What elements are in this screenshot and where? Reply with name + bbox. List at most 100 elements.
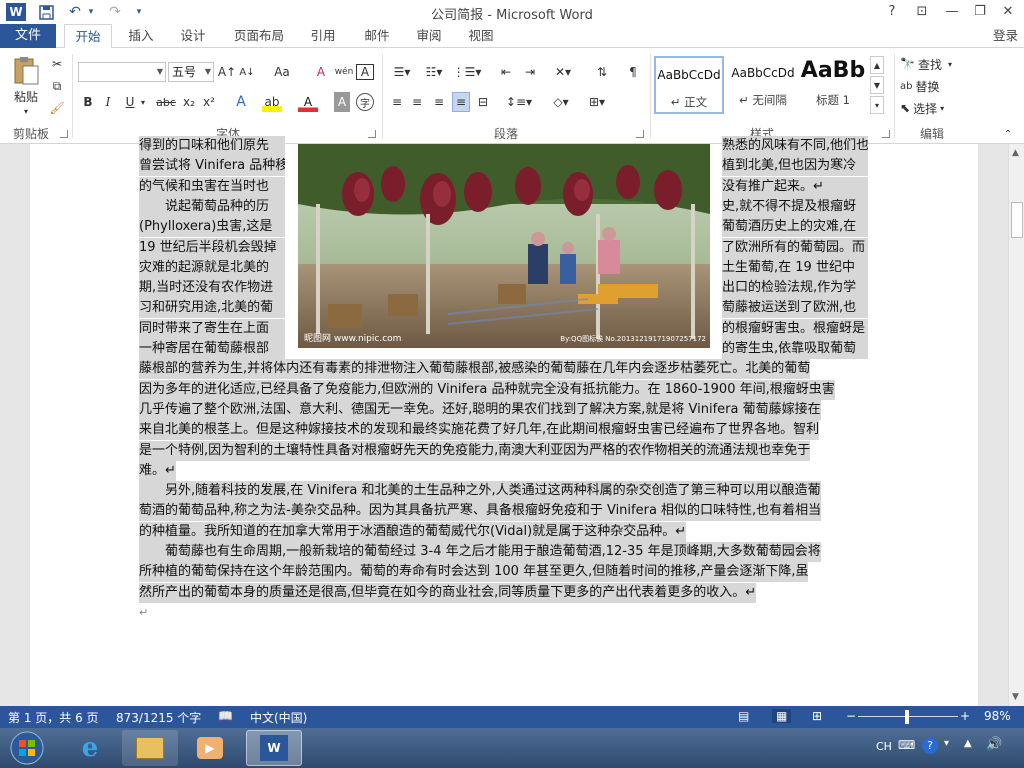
paste-dropdown-icon[interactable]: ▾ <box>20 106 32 116</box>
text-effects-icon[interactable]: A <box>232 92 250 112</box>
proofing-icon[interactable]: 📖 <box>218 709 233 723</box>
line-spacing-icon[interactable]: ↕≡▾ <box>504 92 534 112</box>
borders-icon[interactable]: ⊞▾ <box>582 92 612 112</box>
sort-icon[interactable]: ⇅ <box>592 62 612 82</box>
document-line[interactable]: 因为多年的进化适应,已经具备了免疫能力,但欧洲的 Vinifera 品种就完全没… <box>139 379 835 400</box>
web-layout-icon[interactable]: ⊞ <box>812 709 822 723</box>
italic-button[interactable]: I <box>100 92 116 112</box>
change-case-icon[interactable]: Aa <box>268 62 296 82</box>
scrollbar-thumb[interactable] <box>1011 202 1023 238</box>
tab-mailings[interactable]: 邮件 <box>356 24 398 48</box>
font-color-icon[interactable]: A <box>298 92 318 112</box>
document-line[interactable]: 是一个特例,因为智利的土壤特性具备对根瘤蚜先天的免疫能力,南澳大利亚因为严格的农… <box>139 440 811 461</box>
tab-review[interactable]: 审阅 <box>408 24 450 48</box>
scroll-up-icon[interactable]: ▲ <box>1012 148 1019 158</box>
minimize-button[interactable]: — <box>940 2 964 22</box>
subscript-button[interactable]: x₂ <box>180 92 198 112</box>
document-line[interactable]: 另外,随着科技的发展,在 Vinifera 和北美的土生品种之外,人类通过这两种… <box>139 481 821 502</box>
document-line[interactable]: 藤根部的营养为生,并将体内还有毒素的排泄物注入葡萄藤根部,被感染的葡萄藤在几年内… <box>139 359 811 380</box>
tab-references[interactable]: 引用 <box>302 24 344 48</box>
strikethrough-button[interactable]: abc <box>154 92 178 112</box>
document-line[interactable]: 来自北美的根茎上。但是这种嫁接技术的发现和最终实施花费了好几年,在此期间根瘤蚜虫… <box>139 420 820 441</box>
word-taskbar-icon[interactable]: W <box>246 730 302 766</box>
align-right-icon[interactable]: ≡ <box>430 92 448 112</box>
ime-menu-icon[interactable]: ▾ <box>944 738 949 749</box>
shrink-font-icon[interactable]: A↓ <box>238 62 256 82</box>
document-line[interactable]: 所种植的葡萄保持在这个年龄范围内。葡萄的寿命有时会达到 100 年甚至更久,但随… <box>139 562 809 583</box>
tab-page-layout[interactable]: 页面布局 <box>226 24 292 48</box>
font-name-combo[interactable]: ▼ <box>78 62 166 82</box>
style-no-spacing[interactable]: AaBbCcDd ↵ 无间隔 <box>728 56 798 114</box>
vertical-scrollbar[interactable]: ▲ ▼ <box>1008 144 1024 706</box>
clear-format-icon[interactable]: A <box>312 62 330 82</box>
document-line[interactable]: 几乎传遍了整个欧洲,法国、意大利、德国无一幸免。还好,聪明的果农们找到了解决方案… <box>139 399 821 420</box>
underline-button[interactable]: U <box>122 92 138 112</box>
zoom-slider-thumb[interactable] <box>904 710 909 724</box>
save-icon[interactable] <box>36 3 56 21</box>
tab-view[interactable]: 视图 <box>460 24 502 48</box>
tab-insert[interactable]: 插入 <box>120 24 162 48</box>
tab-design[interactable]: 设计 <box>172 24 214 48</box>
word-app-icon[interactable]: W <box>6 3 26 21</box>
styles-launcher-icon[interactable] <box>882 130 890 138</box>
enclose-char-icon[interactable]: 字 <box>356 93 374 111</box>
ime-indicator[interactable]: CH <box>876 740 892 753</box>
tray-expand-icon[interactable]: ▲ <box>964 738 972 749</box>
volume-icon[interactable]: 🔊 <box>986 737 1002 752</box>
format-painter-icon[interactable]: 🖌 <box>46 98 68 118</box>
paragraph-shading-icon[interactable]: ◇▾ <box>546 92 576 112</box>
underline-dropdown-icon[interactable]: ▾ <box>138 92 148 112</box>
bold-button[interactable]: B <box>80 92 96 112</box>
cut-icon[interactable]: ✂ <box>46 54 68 74</box>
close-button[interactable]: ✕ <box>996 2 1020 22</box>
collapse-ribbon-icon[interactable]: ⌃ <box>1000 124 1016 144</box>
char-shading-icon[interactable]: A <box>334 92 350 112</box>
decrease-indent-icon[interactable]: ⇤ <box>496 62 516 82</box>
customize-qa-icon[interactable]: ▾ <box>132 3 146 21</box>
zoom-level[interactable]: 98% <box>984 709 1011 723</box>
find-button[interactable]: 🔭 查找 ▾ <box>900 54 964 74</box>
justify-icon[interactable]: ≡ <box>452 92 470 112</box>
align-left-icon[interactable]: ≡ <box>388 92 406 112</box>
asian-layout-icon[interactable]: ✕▾ <box>548 62 578 82</box>
ie-icon[interactable]: e <box>62 730 118 766</box>
paste-button-label[interactable]: 粘贴 <box>8 88 44 104</box>
style-heading-1[interactable]: AaBb 标题 1 <box>800 56 866 114</box>
style-normal[interactable]: AaBbCcDd ↵ 正文 <box>654 56 724 114</box>
char-border-icon[interactable]: A <box>356 64 374 80</box>
show-marks-icon[interactable]: ¶ <box>624 62 642 82</box>
styles-more-icon[interactable]: ▾ <box>870 96 884 114</box>
select-button[interactable]: ⬉ 选择 ▾ <box>900 98 964 118</box>
numbering-icon[interactable]: ☷▾ <box>420 62 448 82</box>
superscript-button[interactable]: x² <box>200 92 218 112</box>
ime-help-icon[interactable]: ? <box>922 738 938 754</box>
login-link[interactable]: 登录 <box>993 24 1018 48</box>
document-line[interactable]: 然所产出的葡萄本身的质量还是很高,但毕竟在如今的商业社会,同等质量下更多的产出代… <box>139 582 757 603</box>
styles-scroll-up-icon[interactable]: ▲ <box>870 56 884 74</box>
undo-dropdown-icon[interactable]: ▾ <box>86 3 96 21</box>
print-layout-icon[interactable]: ▦ <box>772 709 792 723</box>
multilevel-list-icon[interactable]: ⋮☰▾ <box>452 62 482 82</box>
document-line[interactable]: ↵ <box>139 603 868 623</box>
align-center-icon[interactable]: ≡ <box>408 92 426 112</box>
replace-button[interactable]: ab 替换 <box>900 76 964 96</box>
clipboard-launcher-icon[interactable] <box>60 130 68 138</box>
read-mode-icon[interactable]: ▤ <box>738 709 749 723</box>
vineyard-photo[interactable]: 昵图网 www.nipic.com By:QQ图标诶 No.2013121917… <box>298 144 710 348</box>
paste-icon[interactable] <box>8 54 44 86</box>
page-indicator[interactable]: 第 1 页，共 6 页 <box>8 709 99 726</box>
grow-font-icon[interactable]: A↑ <box>218 62 236 82</box>
explorer-icon[interactable] <box>122 730 178 766</box>
copy-icon[interactable]: ⧉ <box>46 76 68 96</box>
scroll-down-icon[interactable]: ▼ <box>1012 692 1019 702</box>
document-line[interactable]: 萄酒的葡萄品种,称之为法-美杂交品种。因为其具备抗严寒、具备根瘤蚜免疫和于 Vi… <box>139 501 822 522</box>
highlight-icon[interactable]: ab <box>262 92 282 112</box>
restore-button[interactable]: ❐ <box>968 2 992 22</box>
zoom-in-icon[interactable]: + <box>960 709 970 723</box>
pinyin-icon[interactable]: wén <box>334 62 354 82</box>
language-indicator[interactable]: 中文(中国) <box>250 709 307 726</box>
media-player-icon[interactable]: ▶ <box>182 730 238 766</box>
styles-scroll-down-icon[interactable]: ▼ <box>870 76 884 94</box>
tab-home[interactable]: 开始 <box>64 24 112 49</box>
redo-icon[interactable]: ↷ <box>104 3 126 21</box>
